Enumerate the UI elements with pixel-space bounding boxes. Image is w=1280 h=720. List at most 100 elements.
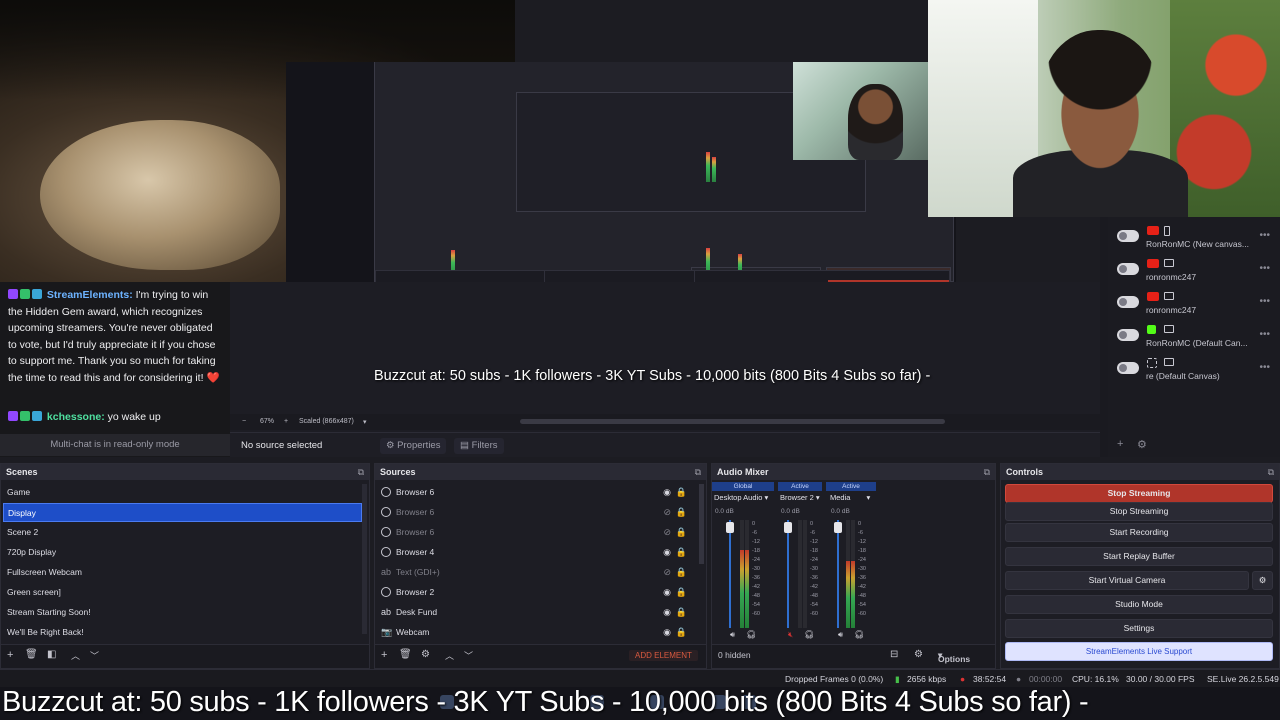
eye-icon[interactable]: ◉	[663, 543, 671, 562]
add-element-button[interactable]: ADD ELEMENT	[629, 650, 698, 661]
mixer-tab-active[interactable]: Active	[826, 482, 876, 491]
level-fill	[745, 550, 749, 628]
source-item[interactable]: ab Text (GDI+) ⊘ 🔒	[377, 563, 697, 582]
lock-icon[interactable]: 🔒	[676, 543, 687, 562]
output-toggle[interactable]	[1117, 329, 1139, 341]
source-item[interactable]: Browser 2 ◉ 🔒	[377, 583, 697, 602]
fader-knob[interactable]	[834, 522, 842, 533]
preview-hscrollbar[interactable]	[520, 419, 945, 424]
more-icon[interactable]: •••	[1259, 296, 1270, 307]
volume-fader[interactable]	[837, 520, 839, 628]
channel-name-select[interactable]: Desktop Audio ▾	[714, 493, 768, 502]
output-toggle[interactable]	[1117, 230, 1139, 242]
more-icon[interactable]: •••	[1259, 329, 1270, 340]
more-icon[interactable]: •••	[1259, 362, 1270, 373]
move-up-icon[interactable]: ︿	[71, 649, 80, 662]
output-item: ronronmc247 •••	[1108, 286, 1280, 319]
popout-icon[interactable]: ⧉	[695, 464, 701, 480]
move-down-icon[interactable]: ﹀	[90, 649, 99, 662]
scene-item[interactable]: Green screen]	[3, 583, 362, 602]
output-toggle[interactable]	[1117, 296, 1139, 308]
eye-off-icon[interactable]: ⊘	[663, 523, 671, 542]
popout-icon[interactable]: ⧉	[358, 464, 364, 480]
headphones-icon[interactable]: 🎧︎	[854, 630, 864, 639]
source-item[interactable]: Browser 6 ⊘ 🔒	[377, 503, 697, 522]
settings-gear-icon[interactable]: ⚙	[1137, 438, 1147, 451]
fader-knob[interactable]	[784, 522, 792, 533]
channel-name-select[interactable]: Media ▾	[830, 493, 870, 502]
advanced-audio-icon[interactable]: ⚙	[914, 649, 923, 660]
add-scene-icon[interactable]: +	[7, 649, 13, 661]
mixer-tab-active[interactable]: Active	[778, 482, 822, 491]
mixer-layout-icon[interactable]: ⊟	[890, 649, 898, 660]
start-replay-buffer-button[interactable]: Start Replay Buffer	[1005, 547, 1273, 566]
eye-icon[interactable]: ◉	[663, 623, 671, 642]
scale-select[interactable]: Scaled (866x487)	[299, 418, 354, 425]
chevron-down-icon[interactable]: ▾	[363, 418, 367, 426]
studio-mode-button[interactable]: Studio Mode	[1005, 595, 1273, 614]
lock-icon[interactable]: 🔒	[676, 623, 687, 642]
source-item[interactable]: Browser 4 ◉ 🔒	[377, 543, 697, 562]
source-item[interactable]: ab Desk Fund ◉ 🔒	[377, 603, 697, 622]
eye-icon[interactable]: ◉	[663, 483, 671, 502]
scene-filter-icon[interactable]: ◧	[47, 649, 56, 660]
gear-icon[interactable]: ⚙	[421, 649, 430, 660]
eye-icon[interactable]: ◉	[663, 583, 671, 602]
scene-item[interactable]: We'll Be Right Back!	[3, 623, 362, 642]
source-item[interactable]: Browser 6 ◉ 🔒	[377, 483, 697, 502]
volume-fader[interactable]	[729, 520, 731, 628]
source-item[interactable]: 📷 Webcam ◉ 🔒	[377, 623, 697, 642]
move-up-icon[interactable]: ︿	[445, 649, 454, 662]
speaker-icon[interactable]: 🔊︎	[730, 630, 735, 640]
virtual-camera-gear-icon[interactable]: ⚙	[1252, 571, 1273, 590]
zoom-in-button[interactable]: +	[284, 418, 288, 425]
headphones-icon[interactable]: 🎧︎	[746, 630, 756, 639]
popout-icon[interactable]: ⧉	[1268, 464, 1274, 480]
headphones-icon[interactable]: 🎧︎	[804, 630, 814, 639]
stop-streaming-secondary-button[interactable]: Stop Streaming	[1005, 502, 1273, 521]
scene-item-selected[interactable]: Display	[3, 503, 362, 522]
trash-icon[interactable]: 🗑	[399, 649, 412, 660]
sources-scrollbar[interactable]	[699, 484, 704, 564]
lock-icon[interactable]: 🔒	[676, 603, 687, 622]
scenes-scrollbar[interactable]	[362, 484, 367, 634]
eye-off-icon[interactable]: ⊘	[663, 563, 671, 582]
lock-icon[interactable]: 🔒	[676, 523, 687, 542]
volume-fader[interactable]	[787, 520, 789, 628]
lock-icon[interactable]: 🔒	[676, 563, 687, 582]
fader-knob[interactable]	[726, 522, 734, 533]
scene-item[interactable]: Game	[3, 483, 362, 502]
zoom-out-button[interactable]: −	[242, 418, 246, 425]
lock-icon[interactable]: 🔒	[676, 503, 687, 522]
move-down-icon[interactable]: ﹀	[464, 649, 473, 662]
lock-icon[interactable]: 🔒	[676, 583, 687, 602]
channel-name-select[interactable]: Browser 2 ▾	[780, 493, 820, 502]
scene-item[interactable]: 720p Display	[3, 543, 362, 562]
scene-item[interactable]: Stream Starting Soon!	[3, 603, 362, 622]
output-toggle[interactable]	[1117, 362, 1139, 374]
mixer-tab-global[interactable]: Global	[712, 482, 774, 491]
add-output-button[interactable]: +	[1117, 438, 1123, 450]
eye-off-icon[interactable]: ⊘	[663, 503, 671, 522]
start-virtual-camera-button[interactable]: Start Virtual Camera	[1005, 571, 1249, 590]
lock-icon[interactable]: 🔒	[676, 483, 687, 502]
stop-streaming-button[interactable]: Stop Streaming	[1005, 484, 1273, 503]
speaker-icon[interactable]: 🔊︎	[838, 630, 843, 640]
muted-speaker-icon[interactable]: 🔇︎	[788, 630, 793, 640]
start-recording-button[interactable]: Start Recording	[1005, 523, 1273, 542]
properties-button[interactable]: ⚙ Properties	[380, 438, 447, 454]
eye-icon[interactable]: ◉	[663, 603, 671, 622]
popout-icon[interactable]: ⧉	[984, 464, 990, 480]
trash-icon[interactable]: 🗑	[25, 649, 38, 660]
more-icon[interactable]: •••	[1259, 230, 1270, 241]
more-icon[interactable]: •••	[1259, 263, 1270, 274]
live-support-button[interactable]: StreamElements Live Support	[1005, 642, 1273, 661]
add-source-icon[interactable]: +	[381, 649, 387, 661]
filters-button[interactable]: ▤ Filters	[454, 438, 504, 454]
scene-item[interactable]: Fullscreen Webcam	[3, 563, 362, 582]
mixer-options-button[interactable]: Options ▾	[938, 650, 970, 664]
source-item[interactable]: Browser 6 ⊘ 🔒	[377, 523, 697, 542]
output-toggle[interactable]	[1117, 263, 1139, 275]
settings-button[interactable]: Settings	[1005, 619, 1273, 638]
scene-item[interactable]: Scene 2	[3, 523, 362, 542]
